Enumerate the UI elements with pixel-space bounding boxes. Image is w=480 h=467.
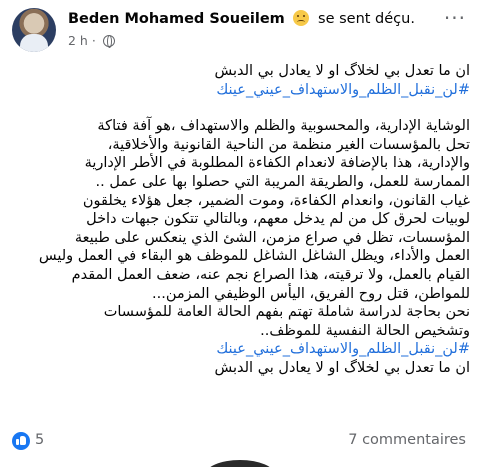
reaction-count[interactable]: 5 bbox=[35, 432, 44, 448]
post-line: للمواطن، قتل روح الفريق، اليأس الوظيفي ا… bbox=[152, 285, 470, 302]
post-line: الوشاية الإدارية، والمحسوبية والظلم والا… bbox=[97, 118, 470, 135]
post-line: الممارسة للعمل، والطريقة المريبة التي حص… bbox=[95, 173, 470, 190]
post-line: ان ما تعدل بي لخلاگ او لا يعادل بي الدبش bbox=[214, 63, 471, 79]
post-text: ان ما تعدل بي لخلاگ او لا يعادل بي الدبش… bbox=[14, 62, 470, 378]
feeling-text: se sent déçu. bbox=[318, 11, 415, 27]
post-header: Beden Mohamed Soueilem se sent déçu. 2 h… bbox=[10, 6, 470, 56]
more-options-icon[interactable]: ··· bbox=[444, 6, 466, 30]
post-line: لوبيات لحرق كل من لم يدخل معهم، وبالتالي… bbox=[86, 211, 470, 228]
globe-icon[interactable] bbox=[102, 35, 115, 48]
disappointed-face-icon bbox=[293, 10, 310, 26]
author-name[interactable]: Beden Mohamed Soueilem bbox=[68, 11, 285, 27]
post-line: وتشخيص الحالة النفسية للموظف.. bbox=[260, 322, 470, 339]
post-line: نحن بحاجة لدراسة شاملة تهتم بفهم الحالة … bbox=[103, 304, 470, 321]
comments-count[interactable]: 7 commentaires bbox=[348, 432, 466, 448]
post-line: والإدارية، هذا بالإضافة لانعدام الكفاءة … bbox=[84, 155, 470, 172]
hashtag-link[interactable]: #لن_نقبل_الظلم_والاستهداف_عيني_عينك bbox=[14, 81, 470, 100]
post-line: العمل والأداء، ويظل الشاغل الشاغل للموظف… bbox=[38, 248, 470, 265]
avatar[interactable] bbox=[12, 8, 56, 52]
post-line: تحل بالمؤسسات الغير منظمة من الناحية الق… bbox=[107, 136, 470, 153]
post-line: غياب القانون، وانعدام الكفاءة، وموت الضم… bbox=[82, 192, 470, 209]
post-meta: 2 h · bbox=[68, 33, 115, 48]
partial-avatar bbox=[205, 460, 275, 467]
post-line: ان ما تعدل بي لخلاگ او لا يعادل بي الدبش bbox=[214, 359, 471, 376]
post-line: القيام بالعمل، ولا ترقيته، هذا الصراع نج… bbox=[71, 266, 470, 283]
like-icon[interactable] bbox=[12, 432, 30, 450]
post-line: المؤسسات، تظل في صراع مزمن، الشئ الذي ين… bbox=[74, 229, 470, 246]
post-time[interactable]: 2 h · bbox=[68, 33, 96, 48]
hashtag-link[interactable]: #لن_نقبل_الظلم_والاستهداف_عيني_عينك bbox=[14, 340, 470, 359]
author-line: Beden Mohamed Soueilem se sent déçu. bbox=[68, 10, 415, 27]
post-footer: 5 7 commentaires bbox=[10, 430, 470, 452]
